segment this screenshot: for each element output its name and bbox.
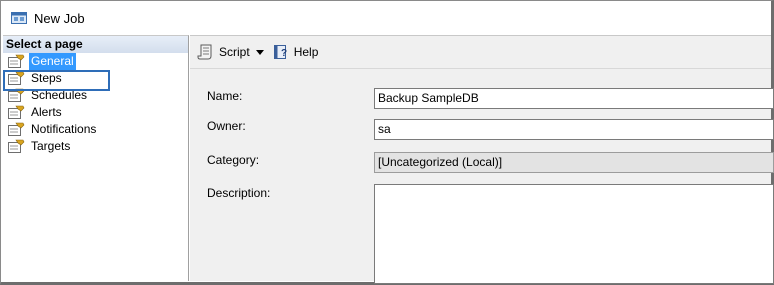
help-button-label: Help bbox=[293, 45, 319, 59]
sidebar-item-label: Steps bbox=[31, 71, 62, 85]
sidebar-item-schedules[interactable]: Schedules bbox=[3, 87, 188, 104]
svg-text:?: ? bbox=[281, 48, 287, 59]
sidebar-item-alerts[interactable]: Alerts bbox=[3, 104, 188, 121]
page-wrench-icon bbox=[8, 54, 25, 68]
help-button[interactable]: ? Help bbox=[272, 43, 319, 61]
name-field[interactable]: Backup SampleDB bbox=[374, 88, 774, 109]
title-bar: New Job bbox=[1, 1, 771, 35]
description-textarea[interactable] bbox=[374, 184, 774, 284]
sidebar-item-label: Targets bbox=[31, 139, 71, 153]
select-page-header: Select a page bbox=[3, 36, 188, 53]
sidebar-item-label: Notifications bbox=[31, 122, 97, 136]
page-wrench-icon bbox=[8, 88, 25, 102]
sidebar-item-general[interactable]: General bbox=[3, 53, 188, 70]
sidebar-item-notifications[interactable]: Notifications bbox=[3, 121, 188, 138]
script-icon bbox=[197, 44, 212, 60]
description-label: Description: bbox=[207, 186, 271, 200]
page-wrench-icon bbox=[8, 139, 25, 153]
sidebar-item-label: Schedules bbox=[31, 88, 88, 102]
name-label: Name: bbox=[207, 89, 243, 103]
owner-label: Owner: bbox=[207, 119, 246, 133]
sidebar-item-label: General bbox=[29, 53, 76, 70]
help-book-icon: ? bbox=[273, 45, 287, 59]
page-list: General Steps Schedules Alerts Notificat… bbox=[3, 53, 188, 155]
script-button-label: Script bbox=[219, 45, 250, 59]
toolbar: Script ? Help bbox=[190, 36, 771, 69]
owner-field[interactable]: sa bbox=[374, 119, 774, 140]
main-panel: Script ? Help Name: Backup SampleDB Owne… bbox=[190, 35, 774, 284]
sidebar-item-targets[interactable]: Targets bbox=[3, 138, 188, 155]
page-wrench-icon bbox=[8, 122, 25, 136]
sidebar-item-label: Alerts bbox=[31, 105, 62, 119]
page-wrench-icon bbox=[8, 71, 25, 85]
script-dropdown-arrow[interactable] bbox=[254, 43, 266, 61]
page-wrench-icon bbox=[8, 105, 25, 119]
category-select[interactable]: [Uncategorized (Local)] bbox=[374, 152, 774, 173]
new-job-window: New Job Select a page General Steps Sche… bbox=[0, 0, 774, 285]
job-icon bbox=[11, 12, 27, 24]
chevron-down-icon bbox=[255, 49, 264, 55]
sidebar-item-steps[interactable]: Steps bbox=[3, 70, 188, 87]
category-label: Category: bbox=[207, 153, 260, 167]
window-title: New Job bbox=[34, 10, 85, 26]
page-selector-panel: Select a page General Steps Schedules Al… bbox=[3, 35, 189, 281]
script-button[interactable]: Script bbox=[197, 43, 250, 61]
